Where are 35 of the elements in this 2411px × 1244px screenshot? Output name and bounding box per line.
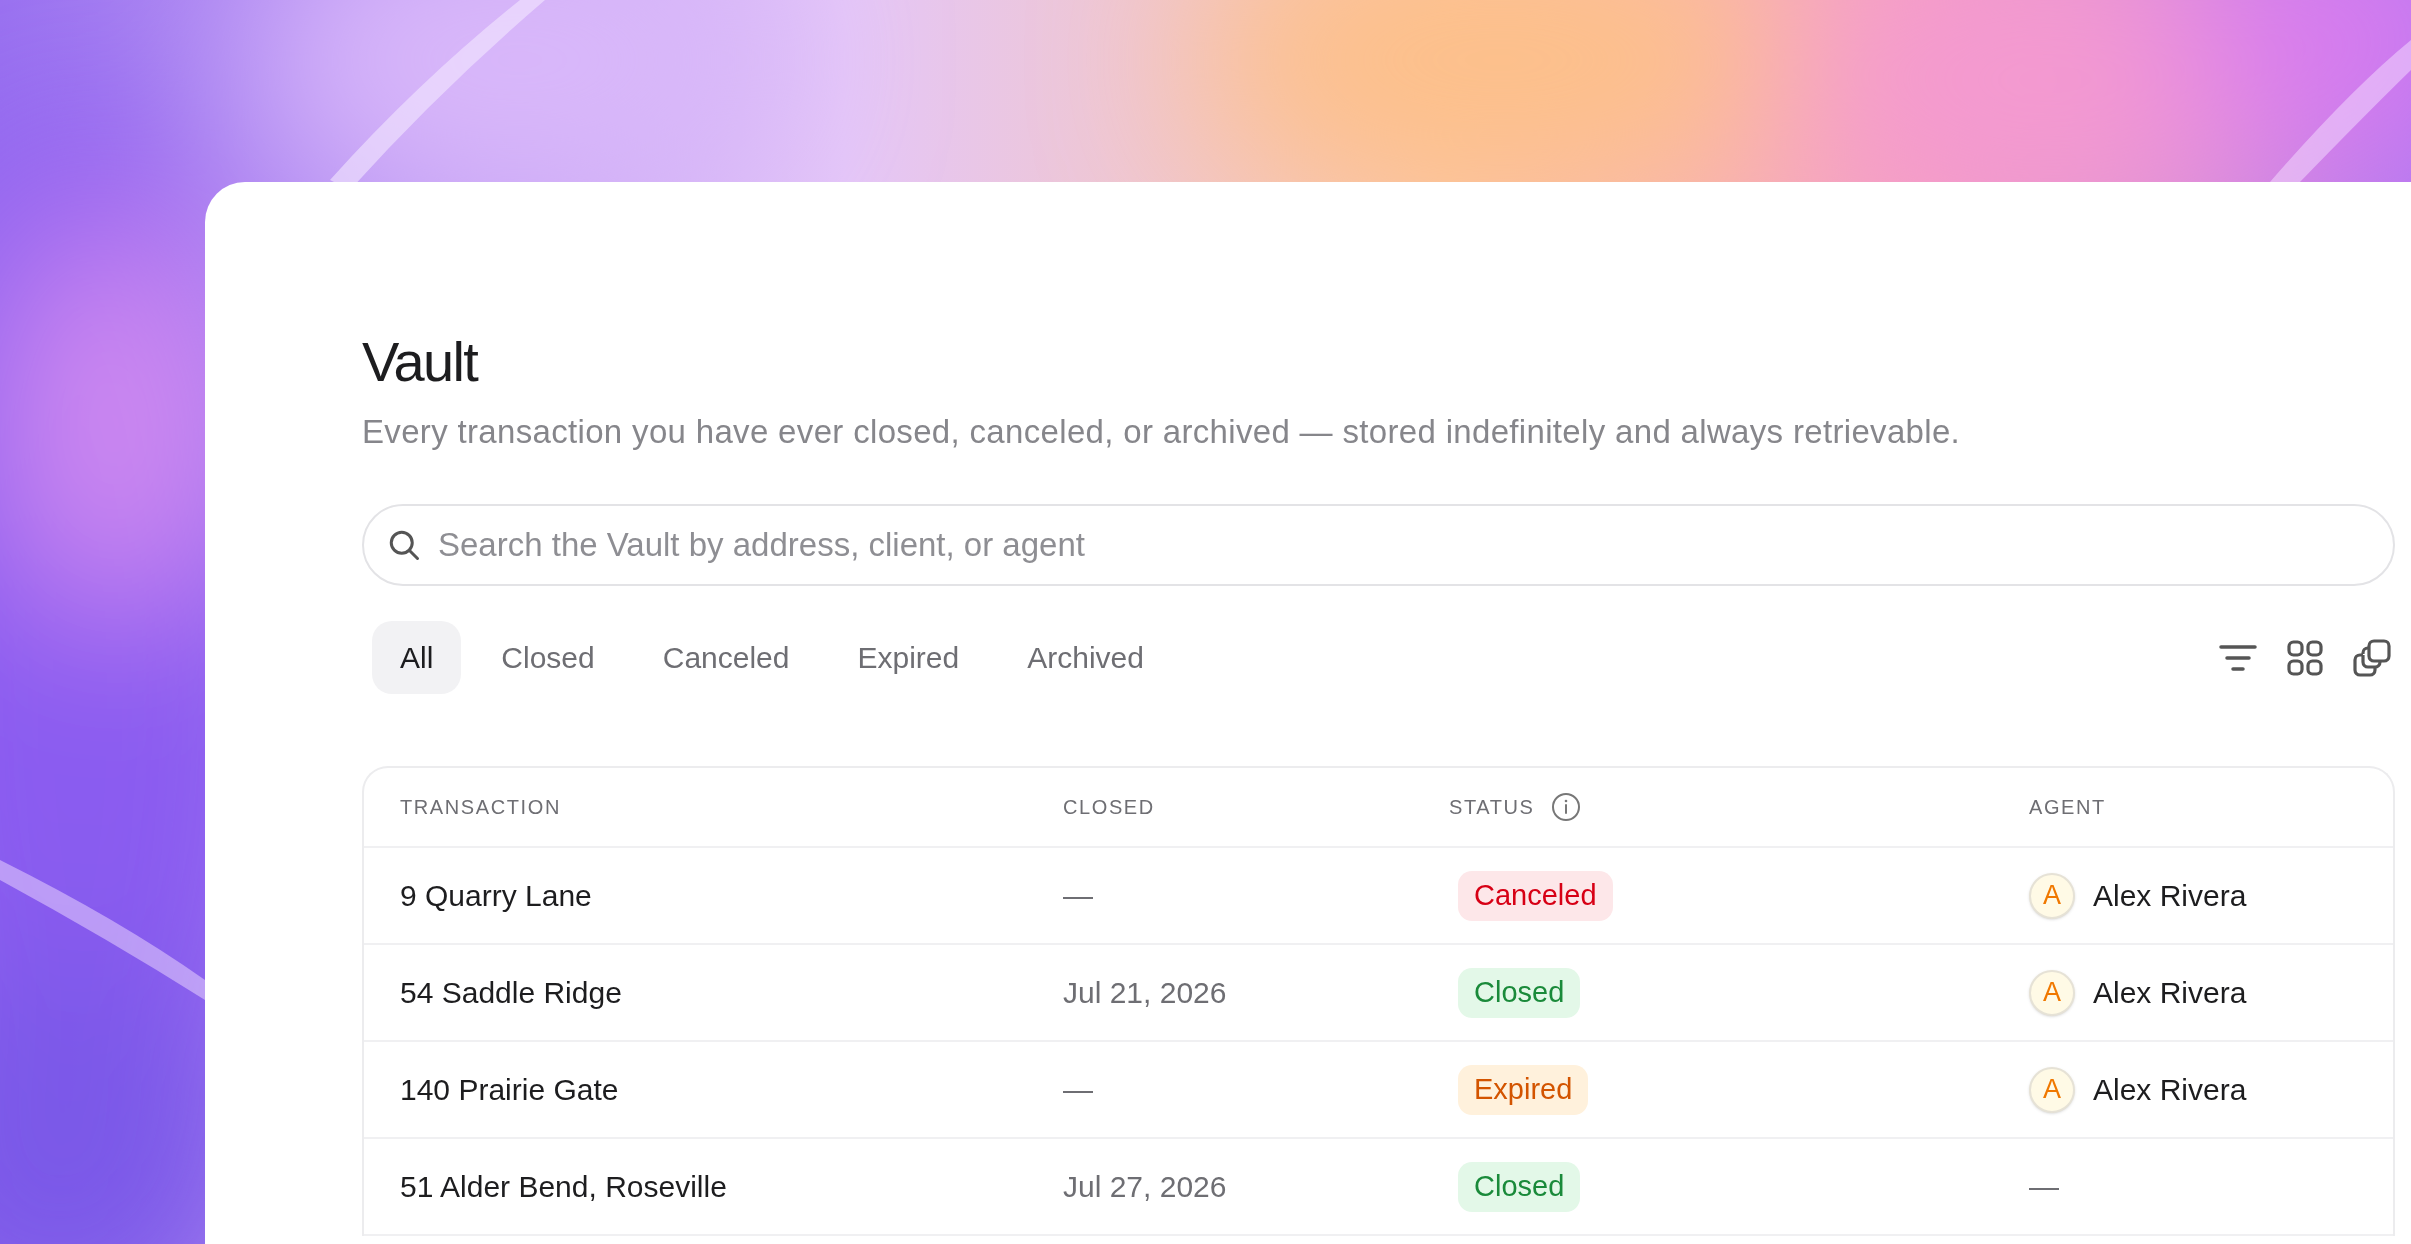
filter-tab[interactable]: Canceled	[634, 621, 818, 694]
filter-tab[interactable]: Expired	[829, 621, 988, 694]
page-subtitle: Every transaction you have ever closed, canceled, or archived — stored indefinitely and always retrievable.	[362, 412, 1961, 452]
agent-avatar: A	[2029, 872, 2075, 919]
agent-empty: —	[2029, 1169, 2059, 1205]
agent-name: Alex Rivera	[2093, 1072, 2247, 1108]
closed-date: Jul 21, 2026	[1063, 976, 1227, 1009]
column-header: STATUS	[1449, 795, 1535, 820]
stacked-squares-icon[interactable]	[2353, 638, 2391, 677]
column-header: AGENT	[2029, 795, 2106, 820]
transaction-address: 54 Saddle Ridge	[400, 976, 622, 1009]
agent-name: Alex Rivera	[2093, 878, 2247, 914]
filter-tab[interactable]: Closed	[473, 621, 623, 694]
status-badge: Closed	[1458, 967, 1581, 1018]
closed-date: —	[1063, 1073, 1093, 1106]
column-header: CLOSED	[1063, 795, 1155, 820]
closed-date: Jul 27, 2026	[1063, 1170, 1227, 1203]
status-badge: Canceled	[1458, 870, 1613, 921]
closed-date: —	[1063, 879, 1093, 912]
status-badge: Expired	[1458, 1064, 1589, 1115]
status-badge: Closed	[1458, 1161, 1581, 1212]
transaction-address: 9 Quarry Lane	[400, 879, 592, 912]
transaction-address: 51 Alder Bend, Roseville	[400, 1170, 727, 1203]
info-icon[interactable]	[1550, 792, 1581, 822]
filter-icon[interactable]	[2219, 642, 2257, 673]
transaction-address: 140 Prairie Gate	[400, 1073, 619, 1106]
agent-avatar: A	[2029, 969, 2075, 1016]
filter-tab[interactable]: Archived	[999, 621, 1172, 694]
grid-icon[interactable]	[2287, 639, 2323, 676]
filter-tab[interactable]: All	[372, 621, 462, 694]
agent-avatar: A	[2029, 1066, 2075, 1113]
page-title: Vault	[362, 330, 478, 394]
agent-name: Alex Rivera	[2093, 975, 2247, 1011]
column-header: TRANSACTION	[400, 795, 561, 820]
search-field[interactable]: Search the Vault by address, client, or agent	[362, 504, 2395, 586]
